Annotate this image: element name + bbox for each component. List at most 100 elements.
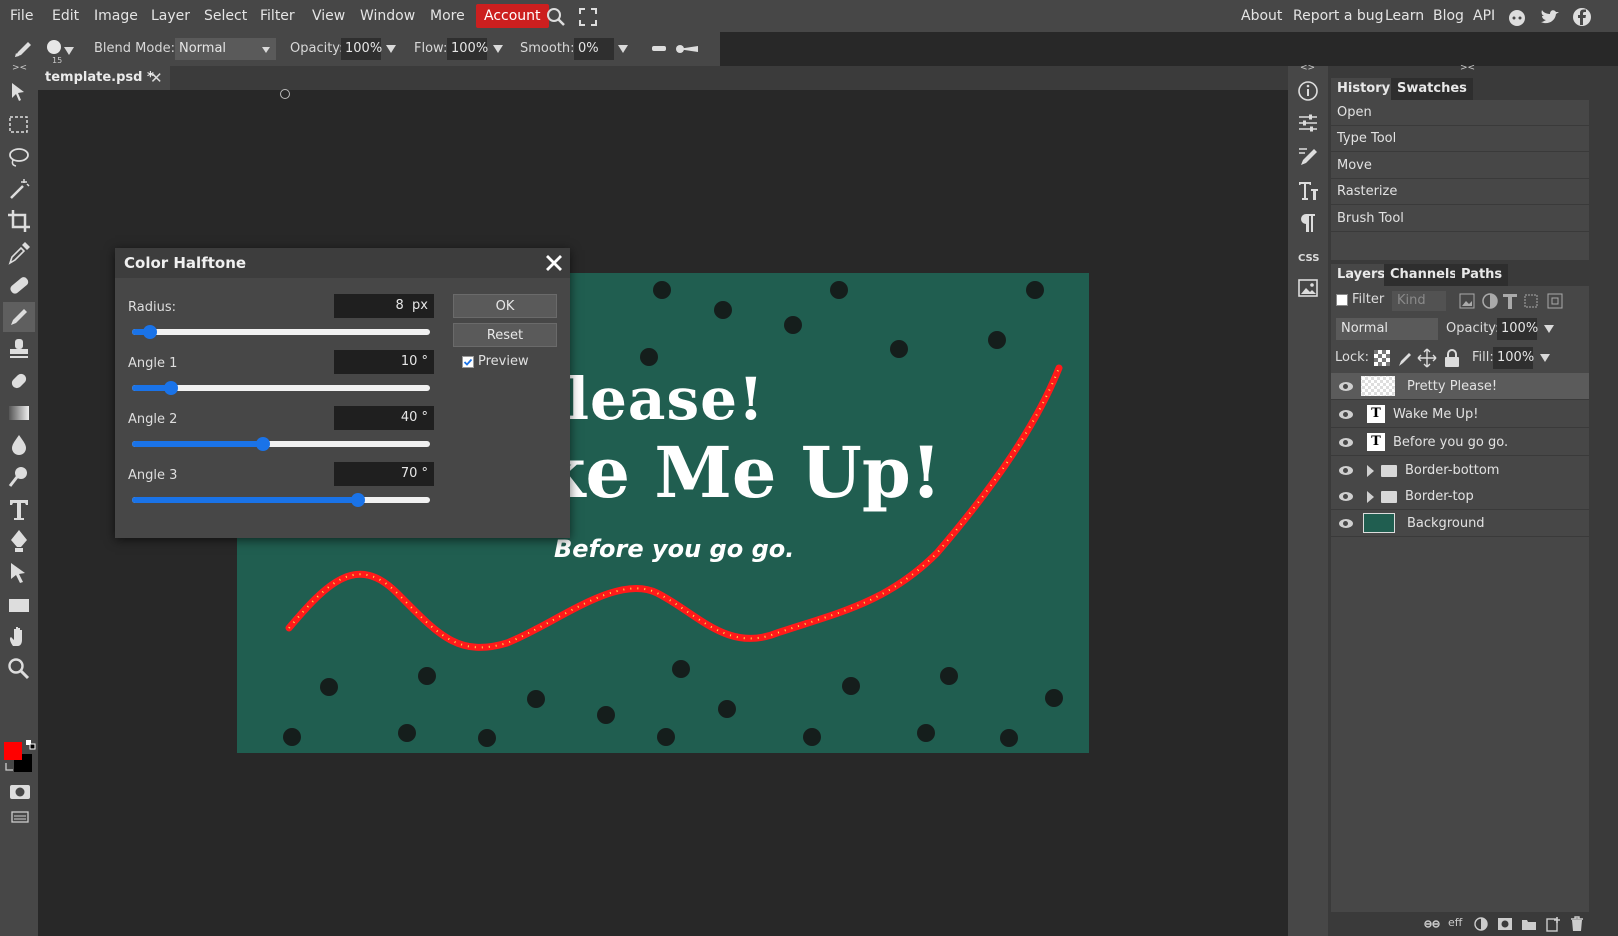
- menu-layer[interactable]: Layer: [151, 0, 190, 32]
- layer-row[interactable]: Border-top: [1331, 483, 1589, 510]
- menu-filter[interactable]: Filter: [260, 0, 295, 32]
- collapse-panels-icon[interactable]: ><: [1460, 63, 1475, 73]
- layer-row[interactable]: Border-bottom: [1331, 457, 1589, 484]
- brush-settings-icon[interactable]: [1297, 145, 1319, 167]
- filter-checkbox[interactable]: [1336, 294, 1348, 306]
- gradient-tool-icon[interactable]: [6, 400, 32, 426]
- history-item[interactable]: Type Tool: [1331, 126, 1589, 152]
- screen-mode-icon[interactable]: [11, 811, 29, 823]
- new-layer-icon[interactable]: [1545, 916, 1561, 932]
- angle3-input[interactable]: 70 °: [334, 462, 434, 486]
- swap-colors-icon[interactable]: [26, 740, 36, 750]
- reset-button[interactable]: Reset: [453, 323, 557, 347]
- collapse-toolbar-icon[interactable]: ><: [12, 63, 27, 73]
- radius-slider-track[interactable]: [132, 329, 430, 335]
- link-report-bug[interactable]: Report a bug: [1293, 0, 1384, 32]
- radius-slider-handle[interactable]: [142, 325, 157, 339]
- expand-arrow-icon[interactable]: [1367, 465, 1374, 477]
- blend-mode-select[interactable]: Normal: [175, 38, 276, 60]
- opacity-dropdown-icon[interactable]: [386, 45, 396, 53]
- image-icon[interactable]: [1298, 279, 1318, 297]
- tab-history[interactable]: History: [1331, 78, 1397, 100]
- history-item[interactable]: Move: [1331, 153, 1589, 179]
- link-api[interactable]: API: [1473, 0, 1495, 32]
- marquee-tool-icon[interactable]: [6, 112, 32, 138]
- angle3-slider-handle[interactable]: [351, 493, 366, 507]
- stamp-tool-icon[interactable]: [6, 336, 32, 362]
- path-select-tool-icon[interactable]: [6, 560, 32, 586]
- layer-opacity-dropdown-icon[interactable]: [1544, 325, 1554, 333]
- menu-image[interactable]: Image: [94, 0, 138, 32]
- smooth-dropdown-icon[interactable]: [618, 45, 628, 53]
- fill-input[interactable]: 100%: [1493, 347, 1534, 369]
- menu-file[interactable]: File: [10, 0, 33, 32]
- flow-dropdown-icon[interactable]: [493, 45, 503, 53]
- visibility-eye-icon[interactable]: [1339, 519, 1353, 528]
- new-group-icon[interactable]: [1521, 917, 1537, 931]
- flow-input[interactable]: 100%: [447, 38, 488, 60]
- radius-input[interactable]: 8 px: [334, 294, 434, 318]
- angle3-slider-track[interactable]: [132, 497, 430, 503]
- zoom-tool-icon[interactable]: [6, 656, 32, 682]
- brush-tool-icon[interactable]: [12, 37, 38, 61]
- link-blog[interactable]: Blog: [1433, 0, 1464, 32]
- history-item[interactable]: Brush Tool: [1331, 206, 1589, 232]
- search-icon[interactable]: [545, 6, 567, 28]
- hand-tool-icon[interactable]: [6, 624, 32, 650]
- crop-tool-icon[interactable]: [6, 208, 32, 234]
- smooth-input[interactable]: 0%: [574, 38, 614, 60]
- angle1-input[interactable]: 10 °: [334, 350, 434, 374]
- adjustments-icon[interactable]: [1297, 112, 1319, 134]
- move-tool-icon[interactable]: [6, 80, 32, 106]
- link-learn[interactable]: Learn: [1385, 0, 1424, 32]
- foreground-color-swatch[interactable]: [4, 742, 22, 760]
- visibility-eye-icon[interactable]: [1339, 492, 1353, 501]
- preview-checkbox[interactable]: [462, 356, 474, 368]
- link-layers-icon[interactable]: [1424, 917, 1440, 931]
- quick-mask-icon[interactable]: [9, 784, 31, 800]
- angle2-slider-track[interactable]: [132, 441, 430, 447]
- angle2-input[interactable]: 40 °: [334, 406, 434, 430]
- angle2-slider-handle[interactable]: [256, 437, 271, 451]
- history-item[interactable]: Open: [1331, 100, 1589, 126]
- tab-paths[interactable]: Paths: [1455, 264, 1509, 286]
- dodge-tool-icon[interactable]: [6, 464, 32, 490]
- reddit-icon[interactable]: [1507, 7, 1527, 27]
- menu-edit[interactable]: Edit: [52, 0, 79, 32]
- brush-preset-icon[interactable]: [46, 39, 64, 57]
- visibility-eye-icon[interactable]: [1339, 410, 1353, 419]
- tab-swatches[interactable]: Swatches: [1391, 78, 1473, 100]
- layer-row[interactable]: T Wake Me Up!: [1331, 401, 1589, 428]
- eyedropper-tool-icon[interactable]: [6, 240, 32, 266]
- pen-tool-icon[interactable]: [6, 528, 32, 554]
- chevron-down-icon[interactable]: [64, 47, 74, 55]
- tab-channels[interactable]: Channels: [1384, 264, 1464, 286]
- history-item[interactable]: Rasterize: [1331, 179, 1589, 205]
- info-icon[interactable]: [1297, 80, 1319, 102]
- link-about[interactable]: About: [1241, 0, 1282, 32]
- menu-more[interactable]: More: [430, 0, 465, 32]
- visibility-eye-icon[interactable]: [1339, 438, 1353, 447]
- paragraph-icon[interactable]: [1297, 211, 1319, 233]
- type-tool-icon[interactable]: [6, 496, 32, 522]
- expand-arrow-icon[interactable]: [1367, 491, 1374, 503]
- eraser-tool-icon[interactable]: [6, 368, 32, 394]
- blur-tool-icon[interactable]: [6, 432, 32, 458]
- kind-select[interactable]: Kind: [1392, 291, 1446, 311]
- character-icon[interactable]: [1297, 179, 1319, 201]
- layer-effects-icon[interactable]: eff: [1448, 916, 1462, 929]
- visibility-eye-icon[interactable]: [1339, 466, 1353, 475]
- close-tab-icon[interactable]: ✕: [150, 66, 163, 90]
- healing-tool-icon[interactable]: [6, 272, 32, 298]
- magic-wand-tool-icon[interactable]: [6, 176, 32, 202]
- lock-icons[interactable]: [1373, 348, 1465, 368]
- twitter-icon[interactable]: [1540, 8, 1560, 26]
- fullscreen-icon[interactable]: [579, 8, 597, 26]
- document-tab[interactable]: template.psd * ✕: [38, 66, 170, 90]
- expand-panels-icon[interactable]: <>: [1300, 63, 1315, 73]
- default-colors-icon[interactable]: [5, 762, 15, 772]
- menu-select[interactable]: Select: [204, 0, 247, 32]
- layer-row[interactable]: Pretty Please!: [1331, 373, 1589, 400]
- opacity-input[interactable]: 100%: [341, 38, 382, 60]
- angle1-slider-handle[interactable]: [163, 381, 178, 395]
